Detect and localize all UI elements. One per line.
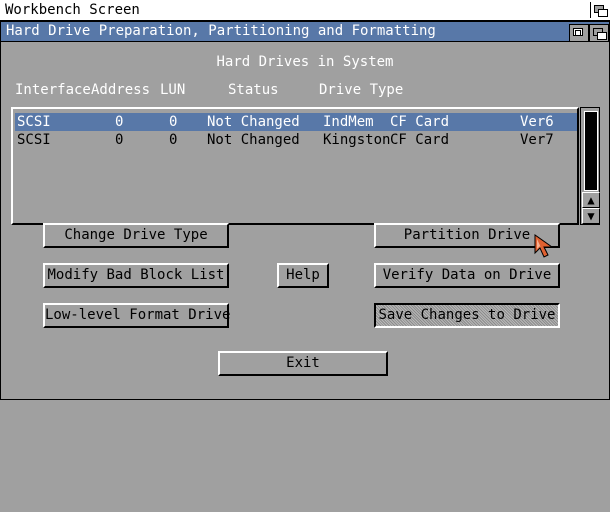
exit-button[interactable]: Exit [218, 351, 388, 376]
section-title: Hard Drives in System [216, 54, 394, 70]
drive-model: CF Card [390, 114, 450, 130]
help-button[interactable]: Help [277, 263, 329, 288]
window-depth-gadget-icon[interactable] [589, 24, 609, 42]
column-header-interface: Interface [15, 82, 91, 98]
column-header-address: Address [91, 82, 151, 98]
scroll-up-arrow-icon[interactable]: ▲ [582, 192, 600, 208]
zoom-inner-square [575, 30, 581, 36]
window-title: Hard Drive Preparation, Partitioning and… [6, 23, 436, 39]
drive-lun: 0 [169, 132, 178, 148]
drive-status: Not Changed [207, 114, 300, 130]
low-level-format-button[interactable]: Low-level Format Drive [43, 303, 230, 328]
drive-revision: Ver7 [520, 132, 554, 148]
depth-front-square [597, 32, 607, 40]
drive-vendor: IndMem [323, 114, 374, 130]
zoom-gadget-icon[interactable] [569, 24, 589, 42]
drive-address: 0 [115, 132, 124, 148]
drive-status: Not Changed [207, 132, 300, 148]
drive-model: CF Card [390, 132, 450, 148]
drive-row[interactable]: SCSI 0 0 Not Changed IndMem CF Card Ver6 [15, 113, 577, 131]
depth-front-square [598, 9, 608, 17]
drive-interface: SCSI [17, 132, 51, 148]
modify-bad-block-list-button[interactable]: Modify Bad Block List [43, 263, 229, 288]
drive-interface: SCSI [17, 114, 51, 130]
screen-title-bar[interactable]: Workbench Screen [0, 0, 610, 21]
drive-address: 0 [115, 114, 124, 130]
column-header-drive-type: Drive Type [319, 82, 404, 98]
drive-vendor: Kingston [323, 132, 391, 148]
scroll-knob[interactable] [584, 111, 598, 191]
drive-lun: 0 [169, 114, 178, 130]
drive-revision: Ver6 [520, 114, 554, 130]
mouse-pointer-icon [534, 234, 554, 258]
verify-data-button[interactable]: Verify Data on Drive [374, 263, 560, 288]
drive-list-scrollbar[interactable]: ▲ ▼ [580, 107, 600, 225]
save-changes-button[interactable]: Save Changes to Drive [374, 303, 560, 328]
column-header-lun: LUN [160, 82, 186, 98]
window-title-bar[interactable]: Hard Drive Preparation, Partitioning and… [1, 22, 609, 42]
drive-row[interactable]: SCSI 0 0 Not Changed Kingston CF Card Ve… [15, 131, 577, 149]
change-drive-type-button[interactable]: Change Drive Type [43, 223, 229, 248]
scroll-down-arrow-icon[interactable]: ▼ [582, 208, 600, 224]
hdtoolbox-window: Hard Drive Preparation, Partitioning and… [0, 21, 610, 400]
drive-list[interactable]: SCSI 0 0 Not Changed IndMem CF Card Ver6… [11, 107, 579, 225]
screen-title: Workbench Screen [5, 2, 140, 18]
column-header-status: Status [228, 82, 279, 98]
screen-depth-gadget-icon[interactable] [590, 2, 609, 18]
